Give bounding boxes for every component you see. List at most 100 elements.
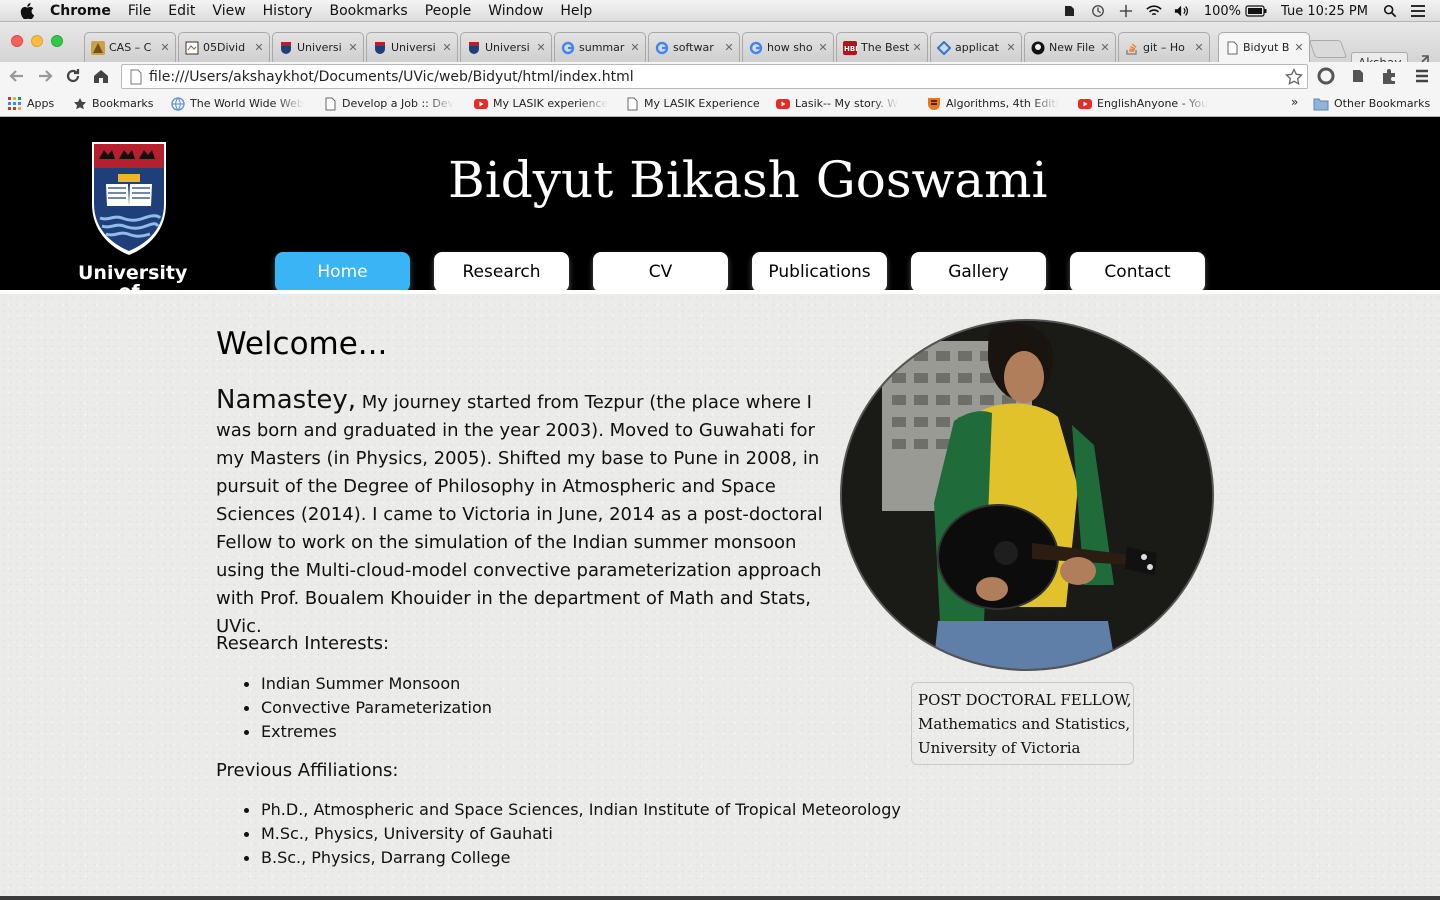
- tab-close-icon[interactable]: ✕: [1193, 41, 1205, 54]
- clock[interactable]: Tue 10:25 PM: [1281, 4, 1368, 19]
- extension-ring-icon[interactable]: [1316, 66, 1336, 86]
- menu-help[interactable]: Help: [560, 3, 592, 19]
- bookmark-lasik-youtube[interactable]: My LASIK experience: [474, 95, 609, 112]
- apple-icon[interactable]: [20, 2, 34, 19]
- window-minimize-button[interactable]: [31, 35, 43, 47]
- window-zoom-button[interactable]: [51, 35, 63, 47]
- menu-bookmarks[interactable]: Bookmarks: [329, 3, 407, 19]
- hbr-icon: HBR: [843, 40, 857, 55]
- bookmark-develop-a-job[interactable]: Develop a Job :: Dev: [323, 95, 458, 112]
- nav-contact[interactable]: Contact: [1070, 252, 1205, 292]
- page-bottom-edge: [0, 896, 1440, 900]
- google-icon: [561, 41, 575, 54]
- battery-icon[interactable]: [1245, 4, 1267, 18]
- menu-people[interactable]: People: [425, 3, 472, 19]
- menu-view[interactable]: View: [212, 3, 245, 19]
- battery-percent[interactable]: 100%: [1204, 4, 1241, 19]
- menu-history[interactable]: History: [263, 3, 313, 19]
- google-icon: [749, 41, 763, 54]
- wifi-icon[interactable]: [1146, 4, 1162, 18]
- browser-tab[interactable]: 05Divid ✕: [178, 32, 270, 62]
- browser-tab[interactable]: HBR The Best✕: [836, 32, 928, 62]
- menubar-status-area: 100% Tue 10:25 PM: [1062, 0, 1440, 22]
- tab-title: applicat: [955, 41, 999, 54]
- tab-close-icon[interactable]: ✕: [1293, 41, 1305, 54]
- menu-app-name[interactable]: Chrome: [50, 3, 111, 19]
- nav-home[interactable]: Home: [275, 252, 410, 292]
- bookmark-other-bookmarks[interactable]: Other Bookmarks: [1313, 95, 1430, 112]
- bookmark-englishanyone[interactable]: EnglishAnyone - You: [1078, 95, 1213, 112]
- browser-tab[interactable]: New File ✕: [1024, 32, 1116, 62]
- browser-tab-active[interactable]: Bidyut B ✕: [1218, 32, 1310, 62]
- tab-title: summar: [579, 41, 625, 54]
- bookmark-bookmarks[interactable]: Bookmarks: [73, 95, 153, 112]
- browser-tab[interactable]: Universi ✕: [366, 32, 458, 62]
- doc-icon: [185, 41, 199, 54]
- tab-close-icon[interactable]: ✕: [535, 41, 547, 54]
- uvic-logo[interactable]: University of Victoria: [78, 140, 187, 321]
- browser-tab[interactable]: git – Ho ✕: [1118, 32, 1210, 62]
- page-icon: [325, 97, 336, 110]
- nav-gallery[interactable]: Gallery: [911, 252, 1046, 292]
- browser-tab[interactable]: applicat ✕: [930, 32, 1022, 62]
- tab-title: The Best: [861, 41, 910, 54]
- bookmark-lasik-story[interactable]: Lasik-- My story. W: [776, 95, 911, 112]
- list-item: Ph.D., Atmospheric and Space Sciences, I…: [244, 798, 901, 822]
- spotlight-search-icon[interactable]: [1382, 4, 1398, 18]
- youtube-icon: [1078, 98, 1092, 109]
- guitar-player-illustration: [842, 321, 1212, 669]
- forward-icon[interactable]: [35, 66, 55, 86]
- reload-icon[interactable]: [63, 66, 83, 86]
- tab-close-icon[interactable]: ✕: [347, 41, 359, 54]
- bookmark-label: Bookmarks: [92, 97, 154, 110]
- bookmark-lasik-page[interactable]: My LASIK Experience: [625, 95, 760, 112]
- chrome-menu-icon[interactable]: [1412, 66, 1432, 86]
- new-tab-button[interactable]: [1308, 40, 1348, 58]
- back-icon[interactable]: [7, 66, 27, 86]
- move-icon[interactable]: [1118, 4, 1134, 18]
- tab-close-icon[interactable]: ✕: [817, 41, 829, 54]
- bookmark-algorithms[interactable]: Algorithms, 4th Editi: [927, 95, 1062, 112]
- menu-window[interactable]: Window: [488, 3, 543, 19]
- tab-title: Bidyut B: [1243, 41, 1290, 54]
- browser-tab[interactable]: CAS – C ✕: [84, 32, 176, 62]
- notification-center-icon[interactable]: [1410, 4, 1426, 18]
- browser-tab[interactable]: summar ✕: [554, 32, 646, 62]
- bookmarks-overflow-chevron[interactable]: »: [1291, 95, 1298, 109]
- window-close-button[interactable]: [11, 35, 23, 47]
- browser-tab[interactable]: softwar ✕: [648, 32, 740, 62]
- time-machine-icon[interactable]: [1090, 4, 1106, 18]
- home-icon[interactable]: [91, 66, 111, 86]
- puzzle-extension-icon[interactable]: [1379, 66, 1399, 86]
- tab-close-icon[interactable]: ✕: [911, 41, 923, 54]
- browser-tab[interactable]: how sho ✕: [742, 32, 834, 62]
- tab-close-icon[interactable]: ✕: [1005, 41, 1017, 54]
- browser-tab[interactable]: Universi ✕: [272, 32, 364, 62]
- bookmark-label: Apps: [27, 97, 55, 110]
- menu-edit[interactable]: Edit: [168, 3, 195, 19]
- nav-publications[interactable]: Publications: [752, 252, 887, 292]
- tab-close-icon[interactable]: ✕: [441, 41, 453, 54]
- browser-tab[interactable]: Universi ✕: [460, 32, 552, 62]
- evernote-icon[interactable]: [1062, 4, 1078, 18]
- tab-close-icon[interactable]: ✕: [159, 41, 171, 54]
- tab-close-icon[interactable]: ✕: [1099, 41, 1111, 54]
- nav-cv[interactable]: CV: [593, 252, 728, 292]
- bookmark-apps[interactable]: Apps: [8, 95, 54, 112]
- tab-close-icon[interactable]: ✕: [253, 41, 265, 54]
- tab-close-icon[interactable]: ✕: [629, 41, 641, 54]
- page-icon: [1227, 41, 1238, 54]
- evernote-extension-icon[interactable]: [1348, 66, 1368, 86]
- volume-icon[interactable]: [1174, 4, 1190, 18]
- youtube-icon: [776, 98, 790, 109]
- tab-title: CAS – C: [109, 41, 152, 54]
- tab-close-icon[interactable]: ✕: [723, 41, 735, 54]
- bookmark-star-icon[interactable]: [1285, 67, 1303, 86]
- url-text[interactable]: file:///Users/akshaykhot/Documents/UVic/…: [149, 69, 1285, 85]
- tab-title: git – Ho: [1143, 41, 1185, 54]
- address-bar[interactable]: file:///Users/akshaykhot/Documents/UVic/…: [121, 64, 1308, 89]
- previous-affiliations-heading: Previous Affiliations:: [216, 760, 399, 781]
- nav-research[interactable]: Research: [434, 252, 569, 292]
- menu-file[interactable]: File: [128, 3, 151, 19]
- bookmark-world-wide-web[interactable]: The World Wide Web: [171, 95, 307, 112]
